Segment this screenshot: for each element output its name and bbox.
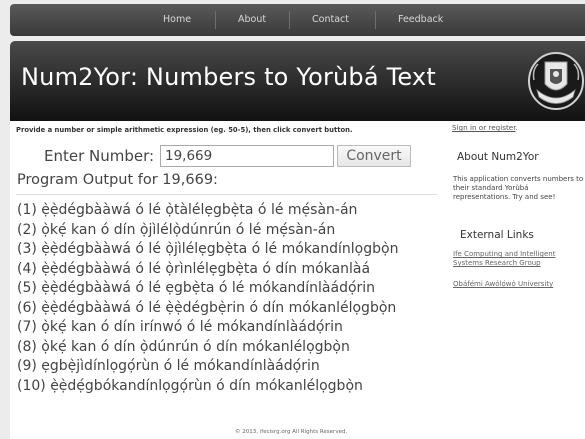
footer-copyright: © 2013, ifecisrg.org All Rights Reserved… (235, 429, 348, 435)
nav-contact-link[interactable]: Contact (312, 14, 349, 25)
result-item: (9) ẹgbẹ̀jìdínlọgọ́rùn ó lé mókandínlàád… (17, 358, 320, 374)
result-item: (5) ẹ̀ẹ̀dégbààwá ó lé ẹgbẹ̀ta ó lé mókan… (17, 280, 376, 296)
nav-divider (289, 11, 290, 29)
university-crest-icon (528, 52, 584, 110)
result-item: (4) ẹ̀ẹ̀dégbààwá ó lé ọ̀rìnlélẹgbẹ̀ta ó … (17, 260, 371, 277)
result-item: (10) ẹ̀ẹ̀dẹ́gbókandínlọgọ́rùn ó dín móka… (17, 377, 363, 394)
nav-divider (215, 11, 216, 29)
site-header: Num2Yor: Numbers to Yorùbá Text (10, 41, 585, 121)
result-item: (1) ẹ̀ẹ̀dégbààwá ó lé ọ̀tàlélẹgbẹ̀ta ó l… (17, 202, 358, 218)
top-nav: Home About Contact Feedback (10, 4, 585, 36)
signin-line: Sign in or register. (452, 123, 518, 132)
page-title: Num2Yor: Numbers to Yorùbá Text (21, 63, 436, 91)
instructions-text: Provide a number or simple arithmetic ex… (16, 126, 353, 134)
result-item: (2) ọ̀kẹ́ kan ó dín ọ̀jìlélọ̀dúnrún ó lé… (17, 221, 336, 238)
result-item: (3) ẹ̀ẹ̀dégbààwá ó lé ọ̀jìlélẹgbẹ̀ta ó l… (17, 241, 399, 257)
nav-about-link[interactable]: About (238, 14, 266, 25)
external-link-ifecisrg[interactable]: Ife Computing and Intelligent Systems Re… (453, 250, 585, 268)
external-link-oau[interactable]: Ọbáfẹ́mi Awólọ́wọ̀ University (453, 280, 585, 289)
result-item: (8) ọ̀kẹ́ kan ó dín ọ̀dúnrún ó dín mókan… (17, 338, 350, 355)
signin-link[interactable]: Sign in or register (452, 123, 516, 132)
nav-home-link[interactable]: Home (163, 14, 191, 25)
result-item: (7) ọ̀kẹ́ kan ó dín irínwó ó lé mókandín… (17, 319, 343, 335)
number-input[interactable] (160, 145, 334, 167)
divider (16, 194, 437, 195)
about-text: This application converts numbers to the… (453, 175, 584, 201)
result-list: (1) ẹ̀ẹ̀dégbààwá ó lé ọ̀tàlélẹgbẹ̀ta ó l… (17, 201, 398, 396)
external-links-heading: External Links (460, 229, 534, 241)
output-title: Program Output for 19,669: (17, 172, 218, 188)
result-item: (6) ẹ̀ẹ̀dégbààwá ó lé ẹ̀ẹ̀dégbẹ̀rin ó dí… (17, 299, 397, 316)
nav-feedback-link[interactable]: Feedback (398, 14, 443, 25)
nav-divider (375, 11, 376, 29)
signin-suffix: . (515, 123, 518, 132)
convert-button[interactable]: Convert (337, 145, 411, 167)
enter-number-label: Enter Number: (44, 147, 155, 165)
about-heading: About Num2Yor (457, 151, 539, 163)
